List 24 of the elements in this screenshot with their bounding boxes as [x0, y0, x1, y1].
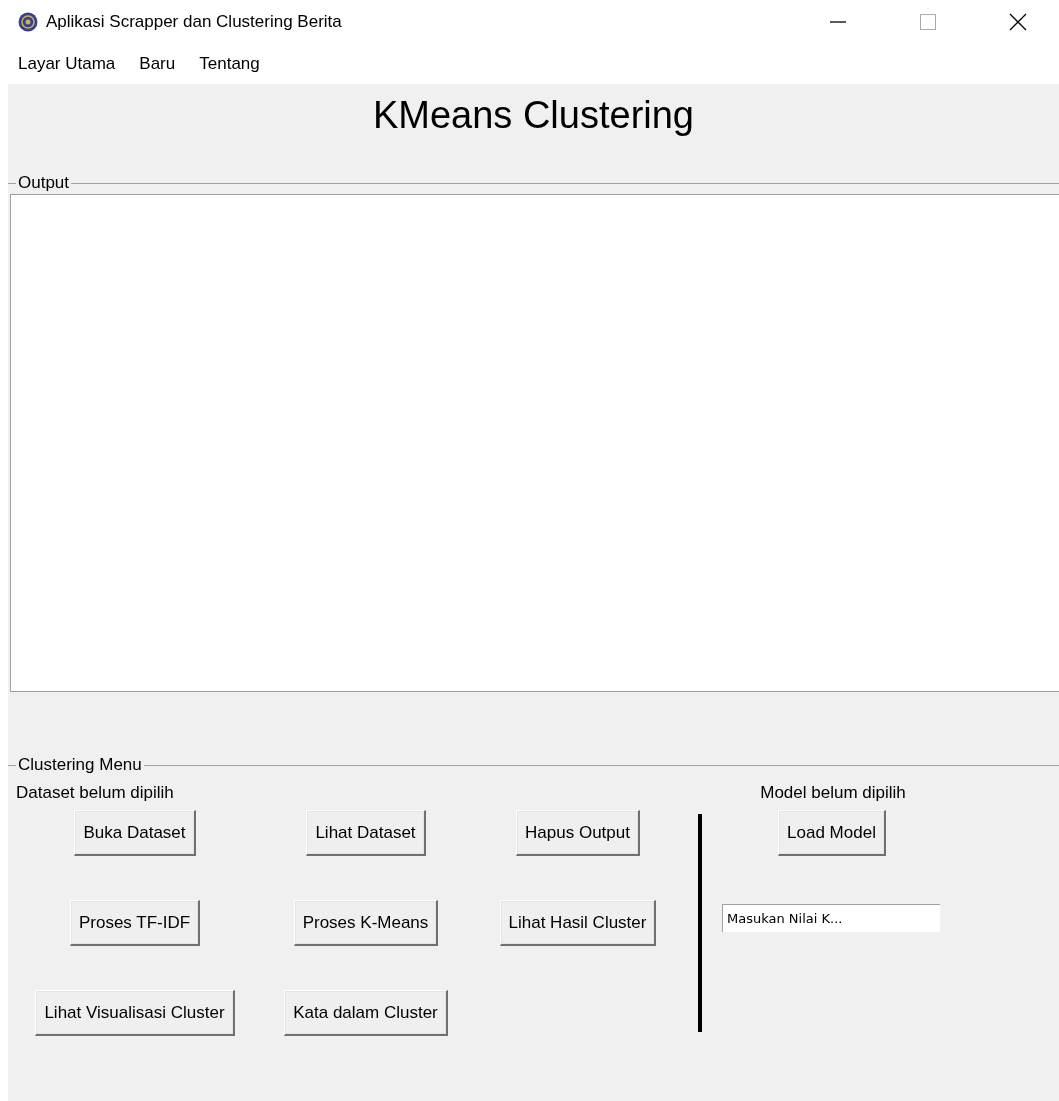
- menu-item[interactable]: Tentang: [199, 54, 260, 74]
- minimize-icon: [830, 21, 846, 23]
- action-button[interactable]: Lihat Hasil Cluster: [499, 900, 657, 946]
- maximize-icon: [918, 12, 938, 32]
- dataset-status-label: Dataset belum dipilih: [15, 783, 175, 803]
- output-text-area[interactable]: [10, 194, 1059, 692]
- window-title: Aplikasi Scrapper dan Clustering Berita: [46, 12, 343, 32]
- close-icon: [1008, 12, 1028, 32]
- output-frame-label: Output: [17, 173, 71, 193]
- action-button[interactable]: Kata dalam Cluster: [284, 990, 448, 1036]
- load-model-button[interactable]: Load Model: [778, 810, 886, 856]
- action-button[interactable]: Buka Dataset: [74, 810, 196, 856]
- app-logo-icon: [18, 12, 38, 32]
- clustering-menu-frame-label: Clustering Menu: [17, 755, 143, 775]
- menu-item[interactable]: Baru: [139, 54, 176, 74]
- action-button[interactable]: Lihat Dataset: [306, 810, 426, 856]
- model-status-label: Model belum dipilih: [759, 783, 907, 803]
- menu-item[interactable]: Layar Utama: [18, 54, 116, 74]
- action-button[interactable]: Hapus Output: [516, 810, 640, 856]
- action-button[interactable]: Lihat Visualisasi Cluster: [35, 990, 235, 1036]
- page-heading: KMeans Clustering: [371, 93, 695, 138]
- action-button[interactable]: Proses TF-IDF: [69, 900, 201, 946]
- action-button[interactable]: Proses K-Means: [293, 900, 439, 946]
- k-value-input[interactable]: Masukan Nilai K...: [722, 904, 940, 932]
